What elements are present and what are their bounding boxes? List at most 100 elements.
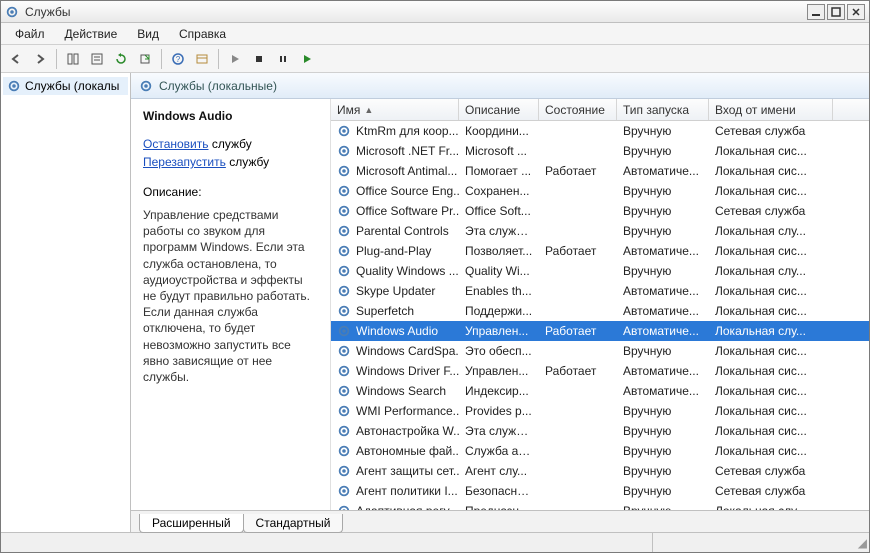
gear-icon: [337, 304, 351, 318]
service-row[interactable]: Office Software Pr...Office Soft...Вручн…: [331, 201, 869, 221]
service-row[interactable]: Plug-and-PlayПозволяет...РаботаетАвтомат…: [331, 241, 869, 261]
col-startup[interactable]: Тип запуска: [617, 99, 709, 120]
stop-service-button[interactable]: [248, 48, 270, 70]
service-row[interactable]: Адаптивная регу...Предназна...ВручнуюЛок…: [331, 501, 869, 510]
list-header: Имя▲ Описание Состояние Тип запуска Вход…: [331, 99, 869, 121]
menu-file[interactable]: Файл: [7, 25, 53, 43]
panel-header-text: Службы (локальные): [159, 79, 277, 93]
cell-startup: Вручную: [617, 142, 709, 160]
show-hide-tree-button[interactable]: [62, 48, 84, 70]
cell-logon: Локальная слу...: [709, 322, 833, 340]
cell-logon: Локальная сис...: [709, 282, 833, 300]
forward-button[interactable]: [29, 48, 51, 70]
tree-root-item[interactable]: Службы (локалы: [3, 77, 128, 95]
menu-action[interactable]: Действие: [57, 25, 126, 43]
service-row[interactable]: Агент политики I...Безопасно...ВручнуюСе…: [331, 481, 869, 501]
cell-startup: Вручную: [617, 122, 709, 140]
gear-icon: [337, 144, 351, 158]
menu-view[interactable]: Вид: [129, 25, 167, 43]
service-row[interactable]: WMI Performance...Provides p...ВручнуюЛо…: [331, 401, 869, 421]
status-bar: ◢: [1, 532, 869, 552]
col-name[interactable]: Имя▲: [331, 99, 459, 120]
service-row[interactable]: Агент защиты сет...Агент слу...ВручнуюСе…: [331, 461, 869, 481]
properties-button[interactable]: [86, 48, 108, 70]
cell-name: Автонастройка W...: [331, 422, 459, 440]
gear-icon: [337, 124, 351, 138]
service-row[interactable]: Windows CardSpa...Это обесп...ВручнуюЛок…: [331, 341, 869, 361]
pause-service-button[interactable]: [272, 48, 294, 70]
gear-icon: [337, 184, 351, 198]
help-button[interactable]: ?: [167, 48, 189, 70]
service-row[interactable]: KtmRm для коор...Координи...ВручнуюСетев…: [331, 121, 869, 141]
gear-icon: [337, 344, 351, 358]
cell-state: [539, 469, 617, 473]
service-row[interactable]: Office Source Eng...Сохранен...ВручнуюЛо…: [331, 181, 869, 201]
gear-icon: [337, 404, 351, 418]
gear-icon: [337, 224, 351, 238]
gear-icon: [337, 244, 351, 258]
restart-service-link[interactable]: Перезапустить: [143, 155, 226, 169]
service-row[interactable]: Автономные фай...Служба ав...ВручнуюЛока…: [331, 441, 869, 461]
cell-state: Работает: [539, 362, 617, 380]
restart-service-button[interactable]: [296, 48, 318, 70]
service-row[interactable]: Skype UpdaterEnables th...Автоматиче...Л…: [331, 281, 869, 301]
back-button[interactable]: [5, 48, 27, 70]
cell-name: Windows Search: [331, 382, 459, 400]
service-row[interactable]: Windows SearchИндексир...Автоматиче...Ло…: [331, 381, 869, 401]
refresh-button[interactable]: [110, 48, 132, 70]
cell-state: Работает: [539, 322, 617, 340]
col-logon[interactable]: Вход от имени: [709, 99, 833, 120]
cell-logon: Локальная сис...: [709, 422, 833, 440]
export-button[interactable]: [134, 48, 156, 70]
cell-name: Адаптивная регу...: [331, 502, 459, 510]
cell-state: Работает: [539, 162, 617, 180]
tree-root-label: Службы (локалы: [25, 79, 119, 93]
cell-desc: Служба ав...: [459, 442, 539, 460]
cell-name: KtmRm для коор...: [331, 122, 459, 140]
service-row[interactable]: Windows Driver F...Управлен...РаботаетАв…: [331, 361, 869, 381]
col-description[interactable]: Описание: [459, 99, 539, 120]
service-row[interactable]: Windows AudioУправлен...РаботаетАвтомати…: [331, 321, 869, 341]
tree-panel[interactable]: Службы (локалы: [1, 73, 131, 532]
gear-icon: [337, 264, 351, 278]
cell-name: Microsoft .NET Fr...: [331, 142, 459, 160]
resize-grip-icon[interactable]: ◢: [853, 533, 869, 552]
main-body: Службы (локалы Службы (локальные) Window…: [1, 73, 869, 532]
restart-suffix: службу: [226, 155, 269, 169]
cell-logon: Сетевая служба: [709, 202, 833, 220]
service-row[interactable]: Microsoft Antimal...Помогает ...Работает…: [331, 161, 869, 181]
menu-help[interactable]: Справка: [171, 25, 234, 43]
toolbar-extra-button[interactable]: [191, 48, 213, 70]
maximize-button[interactable]: [827, 4, 845, 20]
tab-standard[interactable]: Стандартный: [243, 514, 344, 533]
main-panel: Службы (локальные) Windows Audio Останов…: [131, 73, 869, 532]
start-service-button[interactable]: [224, 48, 246, 70]
stop-service-link[interactable]: Остановить: [143, 137, 209, 151]
description-text: Управление средствами работы со звуком д…: [143, 207, 318, 385]
cell-logon: Локальная слу...: [709, 502, 833, 510]
cell-state: [539, 189, 617, 193]
service-row[interactable]: Microsoft .NET Fr...Microsoft ...Вручную…: [331, 141, 869, 161]
service-row[interactable]: SuperfetchПоддержи...Автоматиче...Локаль…: [331, 301, 869, 321]
cell-name: Quality Windows ...: [331, 262, 459, 280]
gear-icon: [337, 444, 351, 458]
close-button[interactable]: [847, 4, 865, 20]
cell-logon: Сетевая служба: [709, 482, 833, 500]
service-row[interactable]: Автонастройка W...Эта служб...ВручнуюЛок…: [331, 421, 869, 441]
detail-title: Windows Audio: [143, 109, 318, 123]
list-rows[interactable]: KtmRm для коор...Координи...ВручнуюСетев…: [331, 121, 869, 510]
cell-startup: Вручную: [617, 182, 709, 200]
cell-logon: Локальная сис...: [709, 302, 833, 320]
cell-desc: Quality Wi...: [459, 262, 539, 280]
minimize-button[interactable]: [807, 4, 825, 20]
service-row[interactable]: Quality Windows ...Quality Wi...ВручнуюЛ…: [331, 261, 869, 281]
service-row[interactable]: Parental ControlsЭта служб...ВручнуюЛока…: [331, 221, 869, 241]
tab-extended[interactable]: Расширенный: [139, 514, 244, 533]
cell-name: Parental Controls: [331, 222, 459, 240]
stop-suffix: службу: [209, 137, 252, 151]
cell-startup: Вручную: [617, 342, 709, 360]
col-state[interactable]: Состояние: [539, 99, 617, 120]
gear-icon: [337, 424, 351, 438]
cell-name: Windows Audio: [331, 322, 459, 340]
cell-state: Работает: [539, 242, 617, 260]
